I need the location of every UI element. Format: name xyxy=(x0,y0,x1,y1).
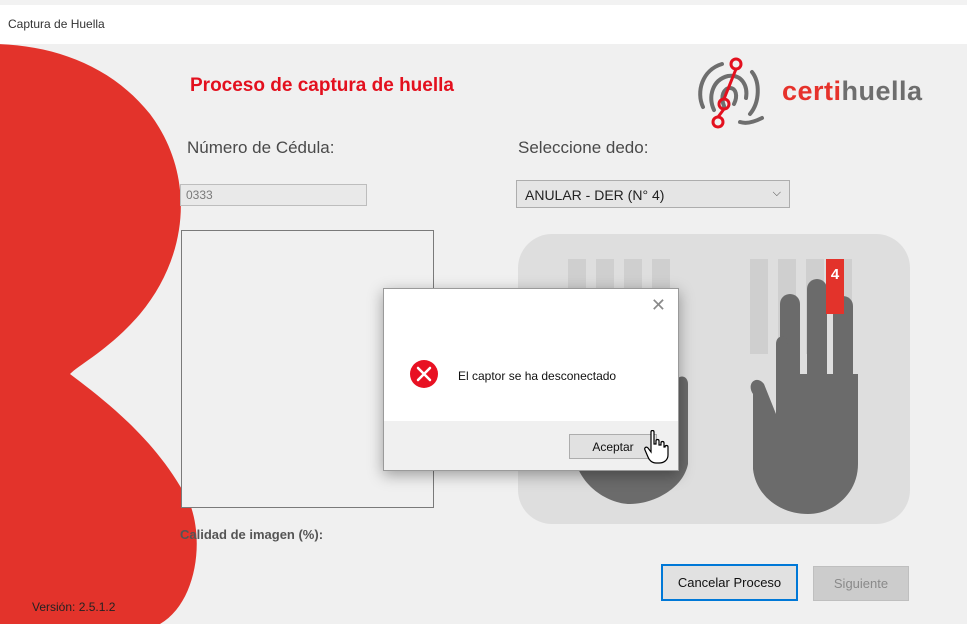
page-title: Proceso de captura de huella xyxy=(190,75,454,96)
title-bar-strip xyxy=(0,0,967,5)
error-icon xyxy=(410,360,438,388)
cedula-label: Número de Cédula: xyxy=(187,138,335,157)
next-button[interactable]: Siguiente xyxy=(813,566,909,601)
title-bar: Captura de Huella xyxy=(0,0,967,45)
chevron-down-icon: ⌵ xyxy=(772,187,781,199)
logo-text-certi: certi xyxy=(782,76,842,106)
cancel-process-button[interactable]: Cancelar Proceso xyxy=(661,564,798,601)
finger-select-value: ANULAR - DER (N° 4) xyxy=(525,187,665,203)
version-label: Versión: 2.5.1.2 xyxy=(32,600,116,614)
finger-select-label: Seleccione dedo: xyxy=(518,138,649,157)
logo-text: certihuella xyxy=(782,76,923,107)
hand-cursor-icon xyxy=(644,430,669,464)
logo-text-huella: huella xyxy=(841,76,923,106)
close-icon[interactable]: ✕ xyxy=(651,295,666,316)
error-message: El captor se ha desconectado xyxy=(458,369,617,383)
selected-finger-number: 4 xyxy=(831,266,840,283)
cedula-input[interactable] xyxy=(180,184,367,206)
image-quality-label: Calidad de imagen (%): xyxy=(180,527,324,542)
error-dialog: ✕ El captor se ha desconectado Aceptar xyxy=(383,288,679,471)
finger-select[interactable]: ANULAR - DER (N° 4) ⌵ xyxy=(516,180,790,208)
window-title: Captura de Huella xyxy=(8,17,105,31)
